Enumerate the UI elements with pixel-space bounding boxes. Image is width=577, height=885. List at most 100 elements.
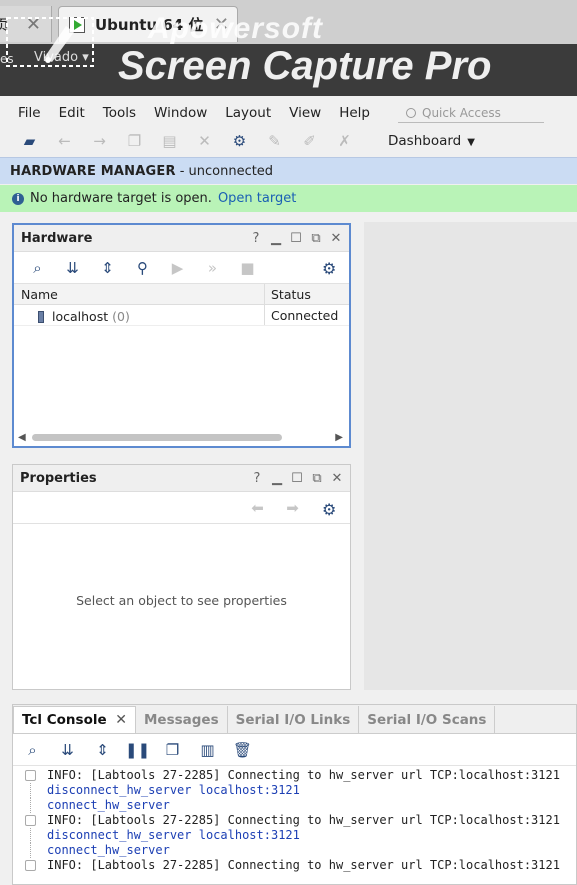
menu-window[interactable]: Window xyxy=(154,105,207,121)
search-icon[interactable]: ⌕ xyxy=(20,256,55,280)
fold-icon[interactable] xyxy=(24,860,36,871)
minimize-icon[interactable]: ▁ xyxy=(269,231,283,246)
help-icon[interactable]: ? xyxy=(250,471,264,486)
copy-log-icon[interactable]: ❐ xyxy=(155,738,190,762)
tab-serial-io-links[interactable]: Serial I/O Links xyxy=(228,706,360,733)
menu-layout[interactable]: Layout xyxy=(225,105,271,121)
no-target-notice: i No hardware target is open. Open targe… xyxy=(0,185,577,212)
gutter-line-icon xyxy=(29,843,31,858)
tab-serial-io-scans[interactable]: Serial I/O Scans xyxy=(359,706,496,733)
console-line: connect_hw_server xyxy=(13,798,576,813)
columns-icon[interactable]: ▥ xyxy=(190,738,225,762)
float-icon[interactable]: ⧉ xyxy=(309,231,323,246)
gutter-line-icon xyxy=(29,798,31,813)
properties-panel-title: Properties xyxy=(20,470,97,486)
notice-text: No hardware target is open. xyxy=(30,191,212,206)
close-icon[interactable]: ✕ xyxy=(115,712,127,728)
fold-icon[interactable] xyxy=(24,815,36,826)
search-icon[interactable]: ⌕ xyxy=(15,738,50,762)
watermark-brand: Apowersoft xyxy=(148,12,323,45)
gear-icon[interactable]: ⚙ xyxy=(322,500,336,519)
console-line-text: INFO: [Labtools 27-2285] Connecting to h… xyxy=(47,858,560,872)
menu-edit[interactable]: Edit xyxy=(59,105,85,121)
hardware-panel-header: Hardware ? ▁ ☐ ⧉ ✕ xyxy=(14,225,349,252)
autoconnect-icon[interactable]: ✎ xyxy=(257,128,292,154)
column-name[interactable]: Name xyxy=(14,284,265,304)
open-folder-icon[interactable]: ▰ xyxy=(12,128,47,154)
copy-icon[interactable]: ❐ xyxy=(117,128,152,154)
settings-gear-icon[interactable]: ⚙ xyxy=(222,128,257,154)
console-gutter xyxy=(13,783,47,798)
fold-icon[interactable] xyxy=(24,770,36,781)
collapse-all-icon[interactable]: ⇊ xyxy=(55,256,90,280)
maximize-icon[interactable]: ☐ xyxy=(289,231,303,246)
collapse-all-icon[interactable]: ⇊ xyxy=(50,738,85,762)
scroll-left-icon[interactable]: ◀ xyxy=(18,432,26,443)
console-gutter xyxy=(13,828,47,843)
dashboard-label: Dashboard xyxy=(388,133,462,149)
scroll-right-icon[interactable]: ▶ xyxy=(335,432,343,443)
run-all-icon[interactable]: » xyxy=(195,256,230,280)
maximize-icon[interactable]: ☐ xyxy=(290,471,304,486)
stop-icon[interactable]: ■ xyxy=(230,256,265,280)
help-icon[interactable]: ? xyxy=(249,231,263,246)
program-icon[interactable]: ✐ xyxy=(292,128,327,154)
horizontal-scrollbar[interactable]: ◀ ▶ xyxy=(16,431,347,444)
quick-access-placeholder: Quick Access xyxy=(422,105,501,120)
close-icon[interactable]: ✕ xyxy=(330,471,344,486)
gutter-line-icon xyxy=(29,783,31,798)
forward-icon[interactable]: ➡ xyxy=(275,496,310,520)
back-icon[interactable]: ⬅ xyxy=(240,496,275,520)
refresh-device-icon[interactable]: ✗ xyxy=(327,128,362,154)
expand-all-icon[interactable]: ⇕ xyxy=(85,738,120,762)
hw-server-count: (0) xyxy=(112,309,130,324)
close-icon[interactable]: ✕ xyxy=(329,231,343,246)
manager-status: - unconnected xyxy=(179,163,274,179)
undo-icon[interactable]: ← xyxy=(47,128,82,154)
main-toolbar: ▰ ← → ❐ ▤ ✕ ⚙ ✎ ✐ ✗ xyxy=(12,128,362,154)
trash-icon[interactable]: 🗑 xyxy=(225,738,260,762)
table-row[interactable]: localhost (0) Connected xyxy=(14,305,349,326)
workspace-area xyxy=(364,222,577,690)
console-gutter xyxy=(13,798,47,813)
chevron-down-icon: ▼ xyxy=(467,137,475,148)
gear-icon[interactable]: ⚙ xyxy=(322,259,336,278)
search-icon xyxy=(406,107,416,118)
console-line-text: connect_hw_server xyxy=(47,843,170,857)
open-target-link[interactable]: Open target xyxy=(218,191,296,206)
console-line: disconnect_hw_server localhost:3121 xyxy=(13,828,576,843)
expand-all-icon[interactable]: ⇕ xyxy=(90,256,125,280)
console-line: INFO: [Labtools 27-2285] Connecting to h… xyxy=(13,813,576,828)
quick-access-search[interactable]: Quick Access xyxy=(398,103,544,123)
hw-server-name: localhost xyxy=(52,309,109,324)
console-line: connect_hw_server xyxy=(13,843,576,858)
console-tabs: Tcl Console ✕ Messages Serial I/O Links … xyxy=(13,705,576,734)
delete-icon[interactable]: ✕ xyxy=(187,128,222,154)
console-gutter xyxy=(13,843,47,858)
auto-connect-icon[interactable]: ⚲ xyxy=(125,256,160,280)
float-icon[interactable]: ⧉ xyxy=(310,471,324,486)
run-icon[interactable]: ▶ xyxy=(160,256,195,280)
scrollbar-thumb[interactable] xyxy=(32,434,282,441)
console-log[interactable]: INFO: [Labtools 27-2285] Connecting to h… xyxy=(13,766,576,873)
menu-tools[interactable]: Tools xyxy=(103,105,136,121)
console-line-text: disconnect_hw_server localhost:3121 xyxy=(47,828,300,842)
menu-file[interactable]: File xyxy=(18,105,41,121)
console-gutter xyxy=(13,860,47,871)
tab-tcl-console[interactable]: Tcl Console ✕ xyxy=(13,706,136,733)
hardware-manager-banner: HARDWARE MANAGER - unconnected xyxy=(0,157,577,184)
hardware-panel: Hardware ? ▁ ☐ ⧉ ✕ ⌕ ⇊ ⇕ ⚲ ▶ » ■ ⚙ Name … xyxy=(12,223,351,448)
menu-help[interactable]: Help xyxy=(339,105,370,121)
minimize-icon[interactable]: ▁ xyxy=(270,471,284,486)
pause-icon[interactable]: ❚❚ xyxy=(120,738,155,762)
column-status[interactable]: Status xyxy=(265,284,317,304)
redo-icon[interactable]: → xyxy=(82,128,117,154)
console-gutter xyxy=(13,770,47,781)
paste-icon[interactable]: ▤ xyxy=(152,128,187,154)
console-line-text: INFO: [Labtools 27-2285] Connecting to h… xyxy=(47,768,560,782)
menu-view[interactable]: View xyxy=(289,105,321,121)
console-toolbar: ⌕ ⇊ ⇕ ❚❚ ❐ ▥ 🗑 xyxy=(13,734,576,766)
tab-messages[interactable]: Messages xyxy=(136,706,228,733)
dashboard-dropdown[interactable]: Dashboard ▼ xyxy=(388,133,475,149)
tab-tcl-console-label: Tcl Console xyxy=(22,712,107,728)
